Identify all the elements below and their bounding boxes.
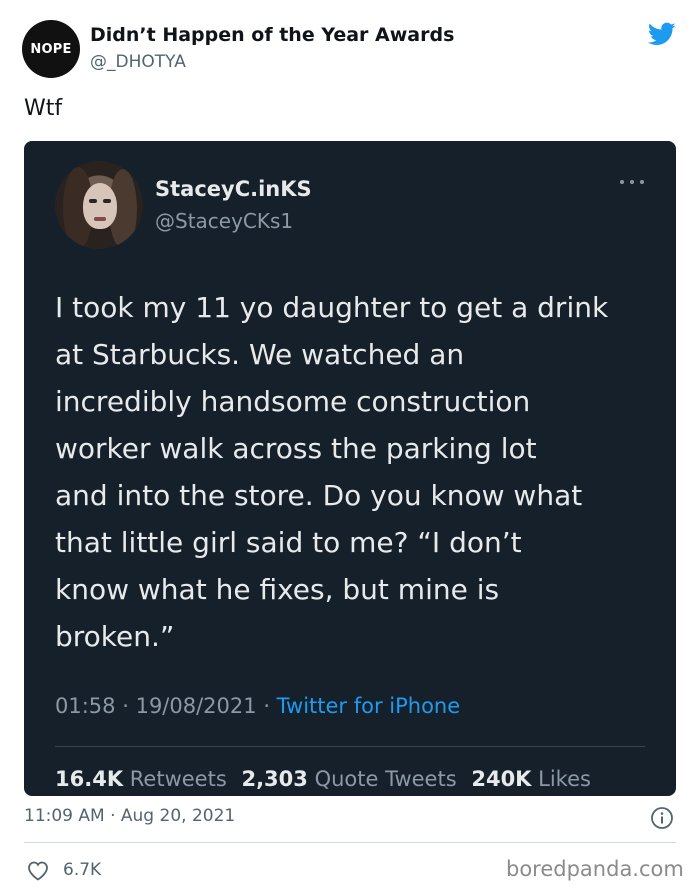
twitter-bird-icon[interactable] — [646, 20, 678, 48]
account-avatar[interactable]: NOPE — [22, 20, 80, 78]
quoted-name[interactable]: StaceyC.inKS — [155, 177, 312, 201]
quotes-label: Quote Tweets — [314, 767, 457, 791]
quote-tweets-stat[interactable]: 2,303 Quote Tweets — [241, 767, 456, 791]
info-icon[interactable] — [650, 806, 674, 830]
tweet-header: NOPE Didn’t Happen of the Year Awards @_… — [0, 0, 700, 90]
quoted-avatar[interactable] — [55, 161, 143, 249]
retweets-label: Retweets — [129, 767, 227, 791]
watermark: boredpanda.com — [506, 857, 684, 881]
avatar-eye — [89, 199, 97, 203]
tweet-text: Wtf — [24, 96, 63, 121]
quoted-tweet-body: I took my 11 yo daughter to get a drink … — [55, 291, 609, 653]
quotes-count: 2,303 — [241, 767, 308, 791]
dot — [640, 180, 644, 184]
quoted-tweet-card[interactable]: StaceyC.inKS @StaceyCKs1 I took my 11 yo… — [24, 141, 676, 796]
dot — [630, 180, 634, 184]
avatar-eye — [103, 199, 111, 203]
likes-label: Likes — [538, 767, 591, 791]
dot — [620, 180, 624, 184]
quoted-date: 19/08/2021 — [135, 694, 257, 718]
avatar-text: NOPE — [30, 41, 72, 57]
quoted-handle[interactable]: @StaceyCKs1 — [155, 209, 293, 233]
account-handle[interactable]: @_DHOTYA — [90, 52, 186, 72]
likes-stat[interactable]: 240K Likes — [471, 767, 591, 791]
footer-divider — [24, 842, 676, 843]
quoted-meta: 01:58 · 19/08/2021 · Twitter for iPhone — [55, 694, 460, 718]
quoted-source-link[interactable]: Twitter for iPhone — [277, 694, 461, 718]
retweets-stat[interactable]: 16.4K Retweets — [55, 767, 227, 791]
card-divider — [55, 746, 645, 747]
meta-separator: · — [263, 694, 277, 718]
quoted-stats: 16.4K Retweets 2,303 Quote Tweets 240K L… — [55, 767, 599, 791]
account-name[interactable]: Didn’t Happen of the Year Awards — [90, 24, 454, 46]
likes-count-quoted: 240K — [471, 767, 532, 791]
meta-separator: · — [122, 694, 136, 718]
avatar-face — [83, 183, 117, 229]
tweet-timestamp[interactable]: 11:09 AM · Aug 20, 2021 — [24, 806, 235, 826]
heart-icon[interactable] — [26, 859, 50, 881]
like-count[interactable]: 6.7K — [63, 860, 101, 880]
quoted-time: 01:58 — [55, 694, 116, 718]
more-options-icon[interactable] — [620, 177, 644, 187]
avatar-lips — [94, 217, 106, 221]
retweets-count: 16.4K — [55, 767, 124, 791]
